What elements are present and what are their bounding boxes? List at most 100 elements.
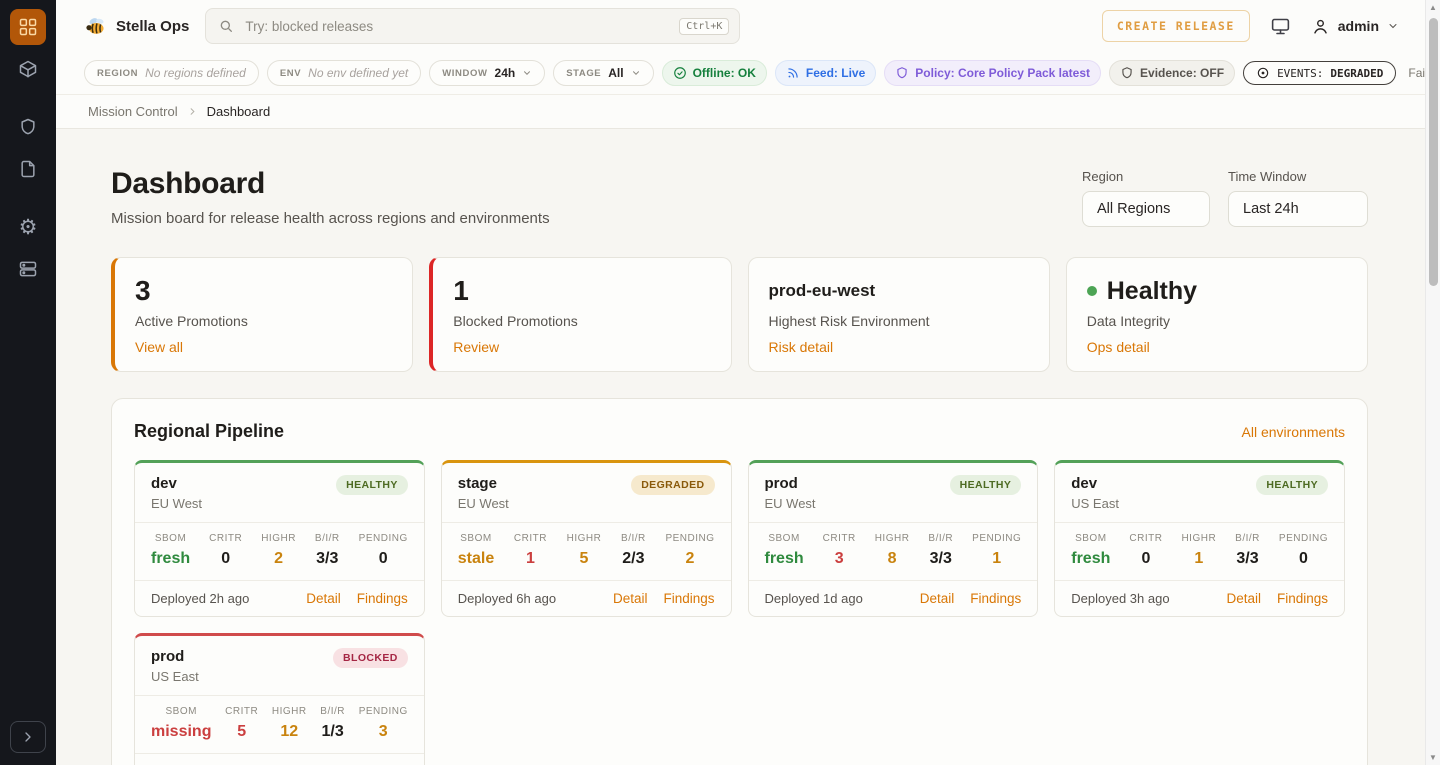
user-menu[interactable]: admin bbox=[1311, 17, 1399, 36]
policy-status-chip[interactable]: Policy: Core Policy Pack latest bbox=[884, 60, 1101, 86]
env-name: prod bbox=[765, 475, 816, 492]
search-input[interactable] bbox=[243, 18, 670, 35]
time-window-filter: Time Window Last 24h bbox=[1228, 169, 1368, 227]
search-icon bbox=[218, 18, 234, 34]
pipeline-title: Regional Pipeline bbox=[134, 421, 284, 442]
time-window-select[interactable]: Last 24h bbox=[1228, 191, 1368, 227]
metric-critr: CRITR0 bbox=[209, 533, 242, 568]
app-root: ⚙ bbox=[0, 0, 1440, 765]
pipeline-card-footer: Deployed 2h ago Detail Findings bbox=[135, 580, 424, 616]
env-info: prod US East bbox=[151, 648, 199, 684]
context-toolbar: REGION No regions defined ENV No env def… bbox=[56, 52, 1425, 95]
metric-pending: PENDING2 bbox=[665, 533, 714, 568]
env-region: US East bbox=[151, 669, 199, 684]
create-release-button[interactable]: CREATE RELEASE bbox=[1102, 10, 1250, 42]
env-pill-value: No env defined yet bbox=[308, 66, 408, 80]
review-link[interactable]: Review bbox=[453, 339, 499, 355]
metric-highr: HIGHR12 bbox=[272, 706, 307, 741]
brand-name: Stella Ops bbox=[116, 18, 189, 35]
detail-link[interactable]: Detail bbox=[920, 591, 955, 606]
ops-detail-link[interactable]: Ops detail bbox=[1087, 339, 1150, 355]
scroll-down-arrow[interactable]: ▼ bbox=[1426, 750, 1440, 765]
stat-cards: 3 Active Promotions View all 1 Blocked P… bbox=[111, 257, 1368, 372]
stage-filter-pill[interactable]: STAGE All bbox=[553, 60, 653, 86]
user-name: admin bbox=[1338, 18, 1379, 34]
sidebar-item-infrastructure[interactable] bbox=[10, 251, 46, 287]
page-header: Dashboard Mission board for release heal… bbox=[111, 167, 1368, 227]
chevron-down-icon bbox=[1387, 20, 1399, 32]
bee-logo-icon bbox=[84, 15, 107, 38]
sidebar-item-settings[interactable]: ⚙ bbox=[10, 209, 46, 245]
risk-detail-link[interactable]: Risk detail bbox=[769, 339, 834, 355]
scrollbar-thumb[interactable] bbox=[1429, 18, 1438, 286]
display-mode-button[interactable] bbox=[1270, 16, 1291, 37]
findings-link[interactable]: Findings bbox=[1277, 591, 1328, 606]
status-badge: BLOCKED bbox=[333, 648, 408, 668]
deployed-ago: Deployed 1d ago bbox=[765, 591, 863, 606]
dashboard-grid-icon bbox=[18, 17, 38, 37]
regional-pipeline-section: Regional Pipeline All environments dev E… bbox=[111, 398, 1368, 765]
global-search[interactable]: Ctrl+K bbox=[205, 8, 740, 44]
pipeline-card-footer: Deployed 6h ago Detail Findings bbox=[442, 580, 731, 616]
metric-highr: HIGHR8 bbox=[875, 533, 910, 568]
scrollbar[interactable]: ▲ ▼ bbox=[1425, 0, 1440, 765]
region-filter-label: Region bbox=[1082, 169, 1210, 184]
shield-icon bbox=[1120, 66, 1134, 80]
sidebar-item-dashboard[interactable] bbox=[10, 9, 46, 45]
blocked-promotions-card: 1 Blocked Promotions Review bbox=[429, 257, 731, 372]
metric-sbom: SBOMfresh bbox=[765, 533, 804, 568]
chevron-down-icon bbox=[522, 68, 532, 78]
pipeline-card-prod-us-east: prod US East BLOCKED SBOMmissing CRITR5 … bbox=[134, 633, 425, 765]
findings-link[interactable]: Findings bbox=[357, 591, 408, 606]
metric-sbom: SBOMfresh bbox=[151, 533, 190, 568]
env-filter-pill[interactable]: ENV No env defined yet bbox=[267, 60, 421, 86]
offline-status-chip[interactable]: Offline: OK bbox=[662, 60, 767, 86]
window-filter-pill[interactable]: WINDOW 24h bbox=[429, 60, 545, 86]
data-integrity-value-row: Healthy bbox=[1087, 274, 1347, 308]
monitor-icon bbox=[1270, 16, 1291, 37]
breadcrumb-mission-control[interactable]: Mission Control bbox=[88, 104, 178, 119]
events-status-pill[interactable]: EVENTS: DEGRADED bbox=[1243, 61, 1396, 85]
pipeline-card-header: prod EU West HEALTHY bbox=[749, 463, 1038, 522]
metric-pending: PENDING3 bbox=[359, 706, 408, 741]
metric-pending: PENDING0 bbox=[359, 533, 408, 568]
feed-status-chip[interactable]: Feed: Live bbox=[775, 60, 876, 86]
region-filter-pill[interactable]: REGION No regions defined bbox=[84, 60, 259, 86]
env-region: EU West bbox=[151, 496, 202, 511]
pipeline-card-header: prod US East BLOCKED bbox=[135, 636, 424, 695]
active-promotions-card: 3 Active Promotions View all bbox=[111, 257, 413, 372]
detail-link[interactable]: Detail bbox=[306, 591, 341, 606]
status-badge: HEALTHY bbox=[1256, 475, 1328, 495]
deployed-ago: Deployed 6h ago bbox=[458, 591, 556, 606]
view-all-link[interactable]: View all bbox=[135, 339, 183, 355]
card-links: Detail Findings bbox=[306, 591, 408, 606]
metric-pending: PENDING1 bbox=[972, 533, 1021, 568]
chevron-right-icon bbox=[20, 729, 36, 745]
pipeline-grid: dev EU West HEALTHY SBOMfresh CRITR0 HIG… bbox=[134, 460, 1345, 765]
page-filters: Region All Regions Time Window Last 24h bbox=[1082, 167, 1368, 227]
sidebar-item-documents[interactable] bbox=[10, 151, 46, 187]
findings-link[interactable]: Findings bbox=[970, 591, 1021, 606]
scroll-up-arrow[interactable]: ▲ bbox=[1426, 0, 1440, 15]
findings-link[interactable]: Findings bbox=[663, 591, 714, 606]
rss-icon bbox=[786, 66, 800, 80]
all-environments-link[interactable]: All environments bbox=[1242, 424, 1346, 440]
chevron-down-icon bbox=[631, 68, 641, 78]
metric-sbom: SBOMstale bbox=[458, 533, 494, 568]
env-info: prod EU West bbox=[765, 475, 816, 511]
shield-icon bbox=[895, 66, 909, 80]
evidence-status-chip[interactable]: Evidence: OFF bbox=[1109, 60, 1235, 86]
pipeline-card-dev-eu-west: dev EU West HEALTHY SBOMfresh CRITR0 HIG… bbox=[134, 460, 425, 617]
shield-icon bbox=[18, 117, 38, 137]
status-badge: HEALTHY bbox=[336, 475, 408, 495]
stage-pill-label: STAGE bbox=[566, 68, 601, 79]
window-pill-label: WINDOW bbox=[442, 68, 487, 79]
sidebar-expand-button[interactable] bbox=[10, 721, 46, 753]
sidebar-item-security[interactable] bbox=[10, 109, 46, 145]
region-pill-value: No regions defined bbox=[145, 66, 246, 80]
sidebar-item-releases[interactable] bbox=[10, 51, 46, 87]
metric-highr: HIGHR2 bbox=[261, 533, 296, 568]
region-select[interactable]: All Regions bbox=[1082, 191, 1210, 227]
detail-link[interactable]: Detail bbox=[1226, 591, 1261, 606]
detail-link[interactable]: Detail bbox=[613, 591, 648, 606]
